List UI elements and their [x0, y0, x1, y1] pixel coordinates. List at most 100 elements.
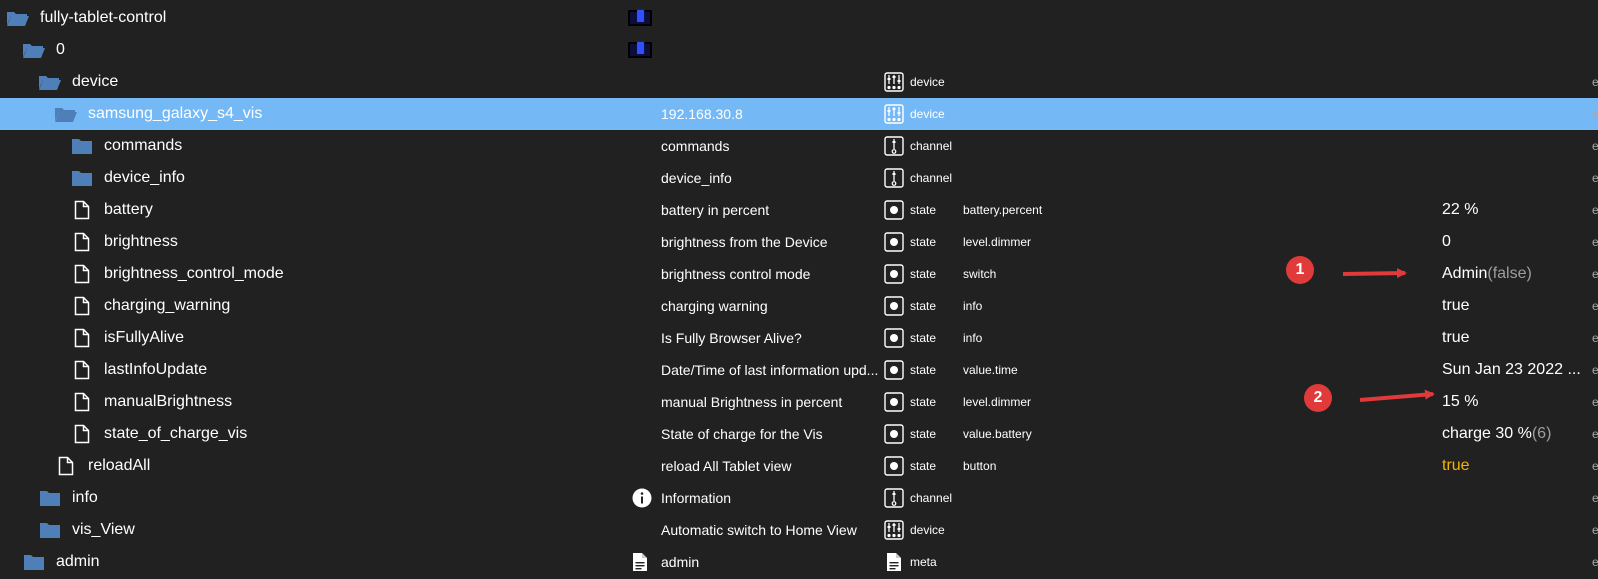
object-description-cell[interactable]: commands: [661, 130, 883, 162]
folder-icon[interactable]: [70, 136, 94, 156]
object-role-cell[interactable]: level.dimmer: [963, 386, 1031, 418]
object-type-cell[interactable]: state: [884, 386, 936, 418]
object-role-cell[interactable]: level.dimmer: [963, 226, 1031, 258]
tree-row[interactable]: brightness brightness from the Device stat…: [0, 226, 1598, 258]
object-role-cell[interactable]: button: [963, 450, 996, 482]
object-name-cell[interactable]: commands: [70, 130, 182, 162]
file-icon[interactable]: [70, 264, 94, 284]
tree-row[interactable]: reloadAll reload All Tablet view state butt…: [0, 450, 1598, 482]
object-name-cell[interactable]: info: [38, 482, 98, 514]
folder-icon[interactable]: [38, 520, 62, 540]
object-name-cell[interactable]: device: [38, 66, 118, 98]
object-type-cell[interactable]: state: [884, 418, 936, 450]
object-type-cell[interactable]: state: [884, 290, 936, 322]
tree-row[interactable]: device device e: [0, 66, 1598, 98]
file-icon[interactable]: [70, 200, 94, 220]
object-type-cell[interactable]: device: [884, 98, 945, 130]
folder-icon[interactable]: [22, 552, 46, 572]
object-type-cell[interactable]: state: [884, 226, 936, 258]
object-type-cell[interactable]: state: [884, 322, 936, 354]
object-value-cell[interactable]: charge 30 % (6): [1442, 418, 1551, 450]
file-icon[interactable]: [70, 328, 94, 348]
file-icon[interactable]: [70, 296, 94, 316]
object-value-cell[interactable]: true: [1442, 322, 1470, 354]
object-type-cell[interactable]: state: [884, 450, 936, 482]
tree-row[interactable]: commands commands channel e: [0, 130, 1598, 162]
folder-open-icon[interactable]: [6, 8, 30, 28]
tree-row[interactable]: samsung_galaxy_s4_vis 192.168.30.8 device e: [0, 98, 1598, 130]
tree-row[interactable]: manualBrightness manual Brightness in per…: [0, 386, 1598, 418]
object-description-cell[interactable]: Automatic switch to Home View: [661, 514, 883, 546]
object-description-cell[interactable]: admin: [633, 546, 883, 578]
object-description-cell[interactable]: State of charge for the Vis: [661, 418, 883, 450]
object-description-cell[interactable]: device_info: [661, 162, 883, 194]
object-value-cell[interactable]: Sun Jan 23 2022 ...: [1442, 354, 1581, 386]
tree-row[interactable]: 0 █: [0, 34, 1598, 66]
object-value-cell[interactable]: Admin (false): [1442, 258, 1532, 290]
object-name-cell[interactable]: fully-tablet-control: [6, 2, 166, 34]
object-type-cell[interactable]: state: [884, 194, 936, 226]
file-icon[interactable]: [70, 424, 94, 444]
tree-row[interactable]: battery battery in percent state battery.pe…: [0, 194, 1598, 226]
folder-open-icon[interactable]: [38, 72, 62, 92]
object-name-cell[interactable]: admin: [22, 546, 100, 578]
tree-row[interactable]: admin admin meta e: [0, 546, 1598, 578]
folder-icon[interactable]: [38, 488, 62, 508]
object-name-cell[interactable]: device_info: [70, 162, 185, 194]
object-type-cell[interactable]: channel: [884, 130, 952, 162]
object-role-cell[interactable]: value.battery: [963, 418, 1032, 450]
tree-row[interactable]: isFullyAlive Is Fully Browser Alive? state…: [0, 322, 1598, 354]
object-name-cell[interactable]: state_of_charge_vis: [70, 418, 247, 450]
object-description-cell[interactable]: Date/Time of last information upd...: [661, 354, 883, 386]
object-name-cell[interactable]: brightness_control_mode: [70, 258, 284, 290]
object-name-cell[interactable]: vis_View: [38, 514, 135, 546]
object-role-cell[interactable]: battery.percent: [963, 194, 1042, 226]
folder-open-icon[interactable]: [22, 40, 46, 60]
object-role-cell[interactable]: info: [963, 290, 982, 322]
file-icon[interactable]: [54, 456, 78, 476]
object-color-swatch[interactable]: █: [628, 42, 652, 58]
tree-row[interactable]: charging_warning charging warning state inf…: [0, 290, 1598, 322]
object-description-cell[interactable]: manual Brightness in percent: [661, 386, 883, 418]
folder-icon[interactable]: [70, 168, 94, 188]
object-description-cell[interactable]: Is Fully Browser Alive?: [661, 322, 883, 354]
object-value-cell[interactable]: true: [1442, 450, 1470, 482]
object-type-cell[interactable]: device: [884, 66, 945, 98]
object-value-cell[interactable]: true: [1442, 290, 1470, 322]
tree-row[interactable]: fully-tablet-control █: [0, 2, 1598, 34]
object-description-cell[interactable]: battery in percent: [661, 194, 883, 226]
object-role-cell[interactable]: switch: [963, 258, 996, 290]
file-icon[interactable]: [70, 392, 94, 412]
object-type-cell[interactable]: state: [884, 354, 936, 386]
object-value-cell[interactable]: 22 %: [1442, 194, 1478, 226]
object-name-cell[interactable]: isFullyAlive: [70, 322, 184, 354]
object-name-cell[interactable]: battery: [70, 194, 153, 226]
object-name-cell[interactable]: lastInfoUpdate: [70, 354, 207, 386]
object-value-cell[interactable]: 0: [1442, 226, 1451, 258]
object-description-cell[interactable]: charging warning: [661, 290, 883, 322]
object-description-cell[interactable]: Information: [632, 482, 883, 514]
object-role-cell[interactable]: info: [963, 322, 982, 354]
tree-row[interactable]: device_info device_info channel e: [0, 162, 1598, 194]
object-type-cell[interactable]: meta: [884, 546, 937, 578]
object-type-cell[interactable]: device: [884, 514, 945, 546]
object-name-cell[interactable]: samsung_galaxy_s4_vis: [54, 98, 262, 130]
object-type-cell[interactable]: channel: [884, 162, 952, 194]
folder-open-icon[interactable]: [54, 104, 78, 124]
object-type-cell[interactable]: state: [884, 258, 936, 290]
file-icon[interactable]: [70, 360, 94, 380]
object-name-cell[interactable]: brightness: [70, 226, 178, 258]
object-description-cell[interactable]: brightness control mode: [661, 258, 883, 290]
object-name-cell[interactable]: 0: [22, 34, 65, 66]
tree-row[interactable]: lastInfoUpdate Date/Time of last informat…: [0, 354, 1598, 386]
tree-row[interactable]: state_of_charge_vis State of charge for t…: [0, 418, 1598, 450]
tree-row[interactable]: info Information channel e: [0, 482, 1598, 514]
tree-row[interactable]: brightness_control_mode brightness contro…: [0, 258, 1598, 290]
object-color-swatch[interactable]: █: [628, 10, 652, 26]
tree-row[interactable]: vis_View Automatic switch to Home View dev…: [0, 514, 1598, 546]
object-name-cell[interactable]: reloadAll: [54, 450, 150, 482]
file-icon[interactable]: [70, 232, 94, 252]
object-description-cell[interactable]: reload All Tablet view: [661, 450, 883, 482]
object-description-cell[interactable]: brightness from the Device: [661, 226, 883, 258]
object-name-cell[interactable]: charging_warning: [70, 290, 230, 322]
